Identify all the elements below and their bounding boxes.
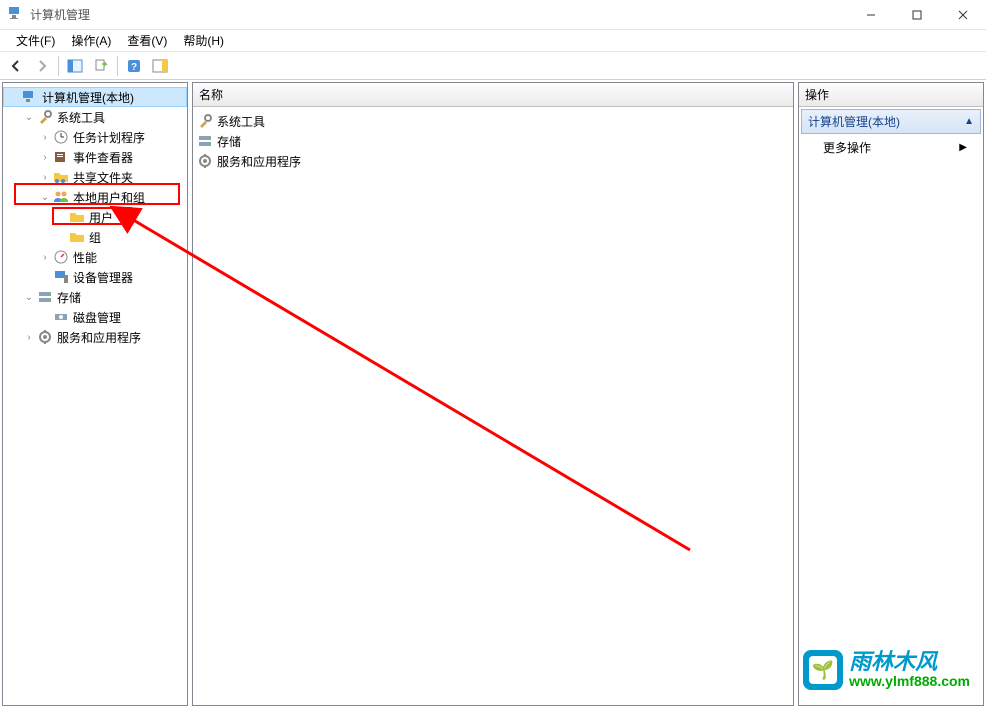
tree-performance[interactable]: › 性能 [3,247,187,267]
tree-label: 任务计划程序 [73,129,145,146]
window-controls [848,0,986,30]
tree-label: 事件查看器 [73,149,133,166]
tree-label: 计算机管理(本地) [42,89,134,106]
help-button[interactable]: ? [122,54,146,78]
column-name: 名称 [199,86,223,103]
folder-icon [69,209,85,225]
navigation-tree[interactable]: 计算机管理(本地) ⌄ 系统工具 › 任务计划程序 › 事件查看器 › 共享文件… [3,83,187,705]
toolbar: ? [0,52,986,80]
show-tree-button[interactable] [63,54,87,78]
action-section-title: 计算机管理(本地) [808,113,900,130]
tree-label: 本地用户和组 [73,189,145,206]
tree-label: 性能 [73,249,97,266]
tree-disk-management[interactable]: 磁盘管理 [3,307,187,327]
computer-icon [22,89,38,105]
tree-label: 服务和应用程序 [57,329,141,346]
window-title: 计算机管理 [30,6,90,23]
menu-help[interactable]: 帮助(H) [175,30,232,51]
toolbar-separator [58,56,59,76]
menu-action[interactable]: 操作(A) [63,30,119,51]
content-panel: 名称 系统工具 存储 服务和应用程序 [192,82,794,706]
maximize-button[interactable] [894,0,940,30]
export-button[interactable] [89,54,113,78]
tree-users[interactable]: 用户 [3,207,187,227]
minimize-button[interactable] [848,0,894,30]
action-section-header[interactable]: 计算机管理(本地) ▲ [801,109,981,134]
tools-icon [197,113,213,129]
tree-label: 共享文件夹 [73,169,133,186]
actions-header-label: 操作 [805,86,829,103]
tree-label: 系统工具 [57,109,105,126]
toolbar-separator [117,56,118,76]
main-area: 计算机管理(本地) ⌄ 系统工具 › 任务计划程序 › 事件查看器 › 共享文件… [0,80,986,708]
tree-shared-folders[interactable]: › 共享文件夹 [3,167,187,187]
storage-icon [37,289,53,305]
submenu-arrow-icon: ▶ [959,142,967,153]
tree-task-scheduler[interactable]: › 任务计划程序 [3,127,187,147]
storage-icon [197,133,213,149]
content-list[interactable]: 系统工具 存储 服务和应用程序 [193,107,793,175]
tree-label: 用户 [89,209,113,226]
tree-root[interactable]: 计算机管理(本地) [3,87,187,107]
list-item[interactable]: 服务和应用程序 [195,151,791,171]
menu-view[interactable]: 查看(V) [119,30,175,51]
actions-header: 操作 [799,83,983,107]
tree-system-tools[interactable]: ⌄ 系统工具 [3,107,187,127]
tree-event-viewer[interactable]: › 事件查看器 [3,147,187,167]
navigation-tree-panel: 计算机管理(本地) ⌄ 系统工具 › 任务计划程序 › 事件查看器 › 共享文件… [2,82,188,706]
action-more[interactable]: 更多操作 ▶ [799,136,983,159]
actions-body: 计算机管理(本地) ▲ 更多操作 ▶ [799,107,983,705]
tree-groups[interactable]: 组 [3,227,187,247]
expander-icon[interactable]: › [37,172,53,183]
menubar: 文件(F) 操作(A) 查看(V) 帮助(H) [0,30,986,52]
tree-label: 磁盘管理 [73,309,121,326]
list-item[interactable]: 系统工具 [195,111,791,131]
services-icon [37,329,53,345]
services-icon [197,153,213,169]
disk-icon [53,309,69,325]
event-icon [53,149,69,165]
forward-button[interactable] [30,54,54,78]
expander-icon[interactable]: ⌄ [21,112,37,123]
item-label: 系统工具 [217,113,265,130]
close-button[interactable] [940,0,986,30]
expander-icon[interactable]: ⌄ [37,192,53,203]
tree-device-manager[interactable]: 设备管理器 [3,267,187,287]
expander-icon[interactable]: ⌄ [21,292,37,303]
expander-icon[interactable]: › [37,252,53,263]
item-label: 存储 [217,133,241,150]
folder-icon [69,229,85,245]
shared-folder-icon [53,169,69,185]
tree-label: 设备管理器 [73,269,133,286]
expander-icon[interactable]: › [37,132,53,143]
tree-label: 组 [89,229,101,246]
actions-panel: 操作 计算机管理(本地) ▲ 更多操作 ▶ [798,82,984,706]
collapse-arrow-icon: ▲ [964,116,974,127]
performance-icon [53,249,69,265]
list-item[interactable]: 存储 [195,131,791,151]
menu-file[interactable]: 文件(F) [8,30,63,51]
expander-icon[interactable]: › [21,332,37,343]
titlebar: 计算机管理 [0,0,986,30]
action-pane-button[interactable] [148,54,172,78]
users-icon [53,189,69,205]
content-header[interactable]: 名称 [193,83,793,107]
tree-storage[interactable]: ⌄ 存储 [3,287,187,307]
clock-icon [53,129,69,145]
svg-text:?: ? [131,62,137,73]
action-label: 更多操作 [823,139,871,156]
tree-local-users-groups[interactable]: ⌄ 本地用户和组 [3,187,187,207]
tree-label: 存储 [57,289,81,306]
app-icon [8,5,24,24]
tools-icon [37,109,53,125]
tree-services-apps[interactable]: › 服务和应用程序 [3,327,187,347]
expander-icon[interactable]: › [37,152,53,163]
back-button[interactable] [4,54,28,78]
device-icon [53,269,69,285]
item-label: 服务和应用程序 [217,153,301,170]
